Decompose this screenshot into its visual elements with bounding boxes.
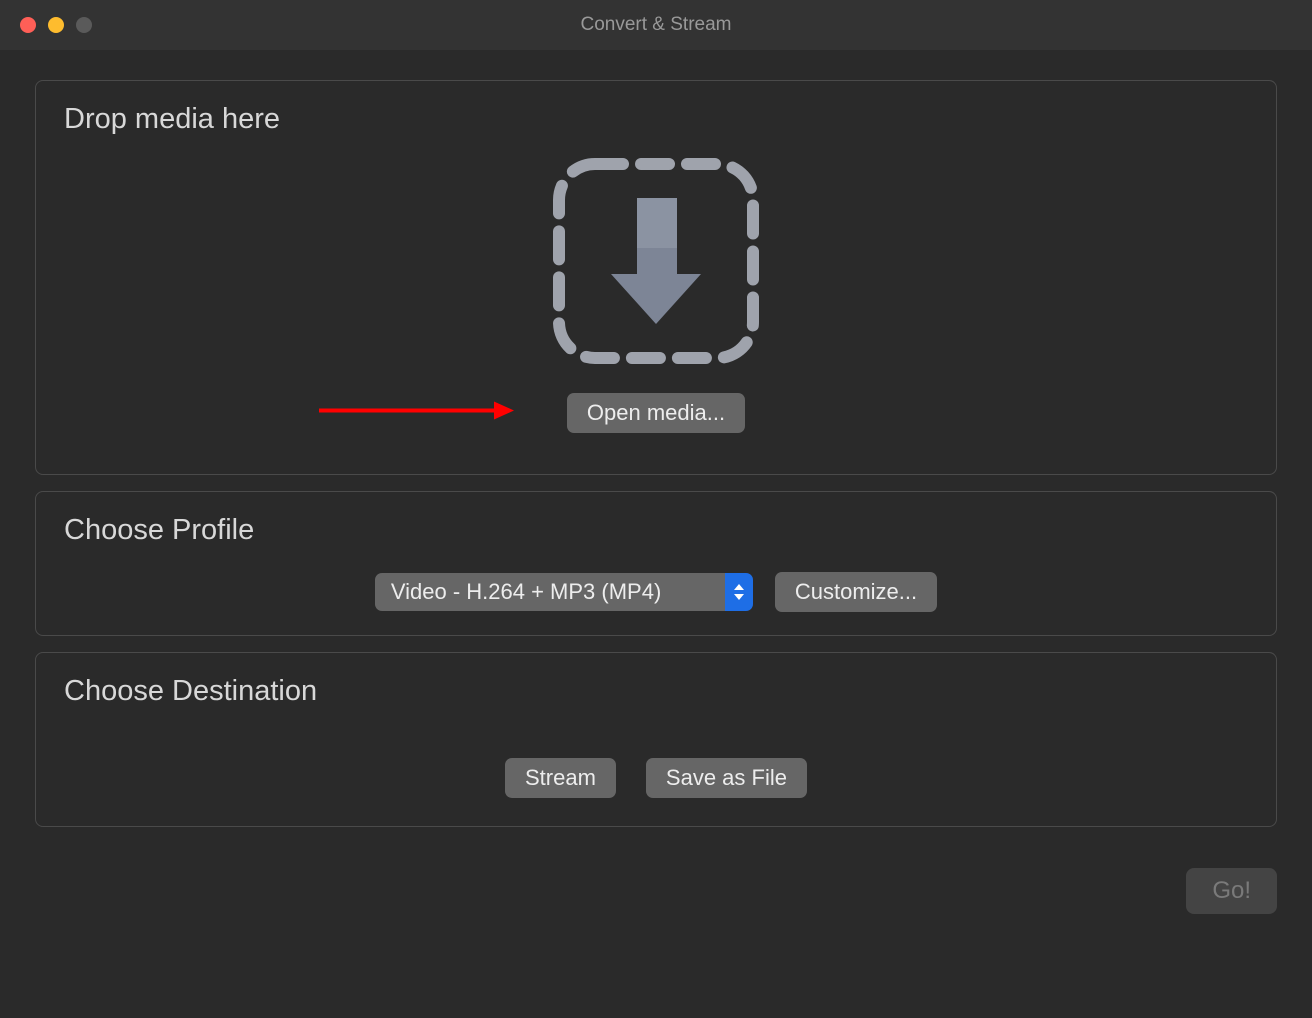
titlebar: Convert & Stream [0,0,1312,50]
choose-profile-panel: Choose Profile Video - H.264 + MP3 (MP4)… [35,491,1277,636]
stream-button[interactable]: Stream [505,758,616,798]
maximize-window-button[interactable] [76,17,92,33]
close-window-button[interactable] [20,17,36,33]
window-title: Convert & Stream [581,14,732,36]
profile-select-value: Video - H.264 + MP3 (MP4) [375,573,725,611]
destination-controls-row: Stream Save as File [64,758,1248,798]
choose-destination-title: Choose Destination [64,675,1248,708]
profile-select[interactable]: Video - H.264 + MP3 (MP4) [375,573,753,611]
choose-destination-panel: Choose Destination Stream Save as File [35,652,1277,827]
open-media-button[interactable]: Open media... [567,393,745,433]
drop-media-title: Drop media here [64,103,1248,136]
minimize-window-button[interactable] [48,17,64,33]
drop-zone-area: Open media... [64,146,1248,433]
choose-profile-title: Choose Profile [64,514,1248,547]
window-controls [20,17,92,33]
drop-media-panel: Drop media here [35,80,1277,475]
chevron-up-down-icon [725,573,753,611]
content-area: Drop media here [0,50,1312,863]
drop-target-icon[interactable] [551,156,761,371]
profile-controls-row: Video - H.264 + MP3 (MP4) Customize... [64,572,1248,612]
customize-profile-button[interactable]: Customize... [775,572,937,612]
go-button[interactable]: Go! [1186,868,1277,914]
save-as-file-button[interactable]: Save as File [646,758,807,798]
open-media-row: Open media... [64,393,1248,433]
footer: Go! [0,863,1312,914]
annotation-arrow-icon [319,396,519,431]
